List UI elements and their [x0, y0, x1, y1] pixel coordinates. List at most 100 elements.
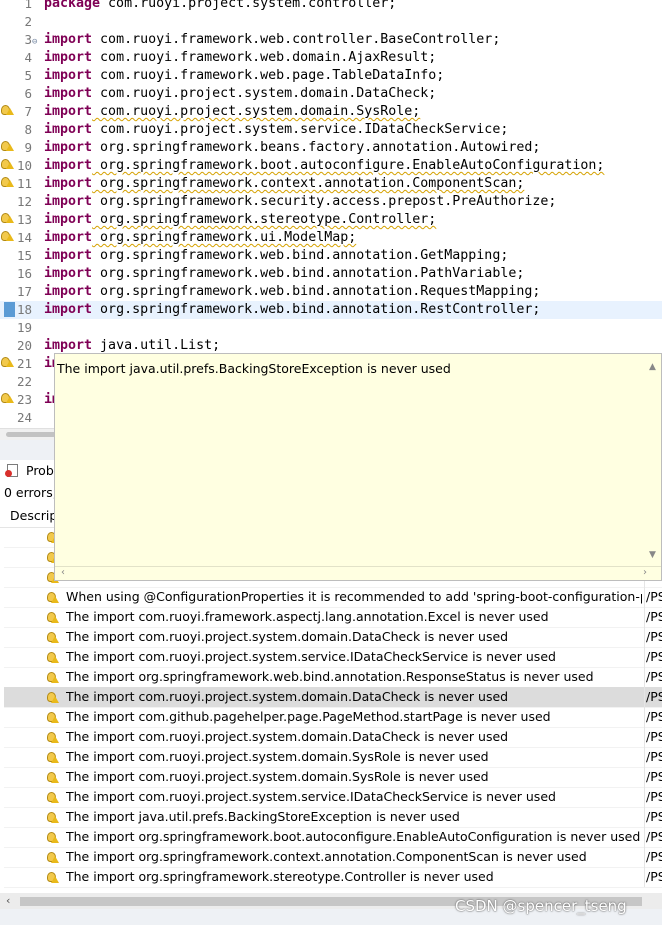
- code-text: import org.springframework.beans.factory…: [44, 139, 540, 157]
- problem-row[interactable]: The import com.ruoyi.project.system.doma…: [4, 727, 662, 748]
- code-line[interactable]: 4 import com.ruoyi.framework.web.domain.A…: [0, 49, 662, 67]
- problem-row[interactable]: The import com.ruoyi.project.system.doma…: [4, 687, 662, 708]
- problem-resource: /PS: [646, 609, 662, 624]
- line-number: 4: [24, 50, 32, 65]
- code-line[interactable]: 12 import org.springframework.security.ac…: [0, 193, 662, 211]
- problem-row[interactable]: The import org.springframework.stereotyp…: [4, 867, 662, 888]
- problem-row[interactable]: The import org.springframework.web.bind.…: [4, 667, 662, 688]
- keyword: import: [44, 176, 93, 191]
- code-rest: com.ruoyi.framework.web.page.TableDataIn…: [92, 68, 445, 83]
- code-rest: com.ruoyi.project.system.domain.SysRole;: [92, 104, 421, 119]
- problem-description: The import com.ruoyi.project.system.doma…: [66, 749, 489, 764]
- problem-row[interactable]: The import java.util.prefs.BackingStoreE…: [4, 807, 662, 828]
- tooltip-horizontal-scrollbar[interactable]: ‹ ›: [55, 566, 661, 580]
- line-number: 1: [24, 0, 32, 11]
- problem-description: The import org.springframework.stereotyp…: [66, 869, 494, 884]
- code-rest: org.springframework.web.bind.annotation.…: [92, 302, 541, 317]
- code-text: import com.ruoyi.project.system.domain.S…: [44, 103, 420, 121]
- keyword: import: [44, 104, 93, 119]
- problem-description: The import com.ruoyi.project.system.doma…: [66, 769, 489, 784]
- scroll-down-icon[interactable]: ▼: [649, 550, 656, 560]
- code-rest: com.ruoyi.project.system.service.IDataCh…: [92, 122, 509, 137]
- lightbulb-warning-icon: [46, 851, 60, 865]
- lightbulb-warning-icon: [46, 631, 60, 645]
- problem-resource: /PS: [646, 769, 662, 784]
- line-number: 8: [24, 122, 32, 137]
- column-header-label: Descrip: [10, 508, 58, 523]
- line-number: 21: [16, 356, 32, 371]
- code-rest: org.springframework.security.access.prep…: [92, 194, 557, 209]
- line-number: 20: [16, 338, 32, 353]
- code-line[interactable]: 9 import org.springframework.beans.factor…: [0, 139, 662, 157]
- problem-description: The import com.ruoyi.framework.aspectj.l…: [66, 609, 549, 624]
- keyword: import: [44, 302, 93, 317]
- scroll-left-icon[interactable]: ‹: [6, 894, 10, 907]
- code-text: import org.springframework.web.bind.anno…: [44, 265, 524, 283]
- code-line[interactable]: 11 import org.springframework.context.ann…: [0, 175, 662, 193]
- problem-row[interactable]: The import com.ruoyi.project.system.doma…: [4, 627, 662, 648]
- code-line[interactable]: 17 import org.springframework.web.bind.an…: [0, 283, 662, 301]
- line-number: 6: [24, 86, 32, 101]
- keyword: import: [44, 338, 93, 353]
- code-rest: org.springframework.context.annotation.C…: [92, 176, 525, 191]
- code-rest: org.springframework.beans.factory.annota…: [92, 140, 541, 155]
- code-line[interactable]: 6 import com.ruoyi.project.system.domain.…: [0, 85, 662, 103]
- problem-description: The import com.ruoyi.project.system.doma…: [66, 689, 509, 704]
- code-line[interactable]: 19: [0, 319, 662, 337]
- lightbulb-warning-icon: [46, 691, 60, 705]
- lightbulb-warning-icon: [46, 831, 60, 845]
- code-line[interactable]: 8 import com.ruoyi.project.system.service…: [0, 121, 662, 139]
- keyword: import: [44, 194, 93, 209]
- problem-row[interactable]: When using @ConfigurationProperties it i…: [4, 587, 662, 608]
- problem-description: When using @ConfigurationProperties it i…: [66, 589, 642, 604]
- code-rest: com.ruoyi.project.system.controller;: [100, 0, 397, 11]
- code-line[interactable]: 2: [0, 13, 662, 31]
- problem-row[interactable]: The import com.ruoyi.project.system.doma…: [4, 747, 662, 768]
- tooltip-vertical-scrollbar[interactable]: ▲ ▼: [647, 354, 661, 566]
- line-number: 12: [16, 194, 32, 209]
- problems-summary: 0 errors,: [4, 485, 57, 500]
- lightbulb-warning-icon: [46, 731, 60, 745]
- problem-row[interactable]: The import com.ruoyi.project.system.serv…: [4, 647, 662, 668]
- problem-row[interactable]: The import com.ruoyi.framework.aspectj.l…: [4, 607, 662, 628]
- code-line[interactable]: 18 import org.springframework.web.bind.an…: [0, 301, 662, 319]
- code-rest: org.springframework.boot.autoconfigure.E…: [92, 158, 605, 173]
- problems-tab-label[interactable]: Probl: [26, 463, 57, 478]
- scrollbar-thumb[interactable]: [6, 432, 56, 437]
- code-line[interactable]: 10 import org.springframework.boot.autoco…: [0, 157, 662, 175]
- problem-resource: /PS: [646, 709, 662, 724]
- problem-resource: /PS: [646, 689, 662, 704]
- problem-row[interactable]: The import com.github.pagehelper.page.Pa…: [4, 707, 662, 728]
- keyword: package: [44, 0, 101, 11]
- problem-resource: /PS: [646, 589, 662, 604]
- scroll-right-icon[interactable]: ›: [643, 567, 647, 578]
- keyword: import: [44, 68, 93, 83]
- problem-description: The import org.springframework.boot.auto…: [66, 829, 641, 844]
- code-text: import org.springframework.boot.autoconf…: [44, 157, 604, 175]
- scroll-up-icon[interactable]: ▲: [649, 362, 656, 372]
- keyword: import: [44, 230, 93, 245]
- scroll-left-icon[interactable]: ‹: [61, 567, 65, 578]
- code-line[interactable]: 3 ⊖ import com.ruoyi.framework.web.control…: [0, 31, 662, 49]
- code-text: import org.springframework.security.acce…: [44, 193, 556, 211]
- code-rest: org.springframework.web.bind.annotation.…: [92, 248, 509, 263]
- keyword: import: [44, 266, 93, 281]
- problem-description: The import com.ruoyi.project.system.serv…: [66, 789, 556, 804]
- problem-row[interactable]: The import com.ruoyi.project.system.doma…: [4, 767, 662, 788]
- lightbulb-warning-icon: [46, 771, 60, 785]
- problem-row[interactable]: The import org.springframework.context.a…: [4, 847, 662, 868]
- code-line[interactable]: 13 import org.springframework.stereotype.…: [0, 211, 662, 229]
- line-number: 24: [16, 410, 32, 425]
- problem-row[interactable]: The import org.springframework.boot.auto…: [4, 827, 662, 848]
- code-line[interactable]: 7 import com.ruoyi.project.system.domain.…: [0, 103, 662, 121]
- code-line[interactable]: 14 import org.springframework.ui.ModelMap…: [0, 229, 662, 247]
- code-line[interactable]: 1 package com.ruoyi.project.system.contro…: [0, 0, 662, 13]
- code-line[interactable]: 15 import org.springframework.web.bind.an…: [0, 247, 662, 265]
- lightbulb-warning-icon: [46, 671, 60, 685]
- problems-view-icon: [5, 463, 19, 477]
- code-line[interactable]: 16 import org.springframework.web.bind.an…: [0, 265, 662, 283]
- code-line[interactable]: 5 import com.ruoyi.framework.web.page.Tab…: [0, 67, 662, 85]
- problem-row[interactable]: The import com.ruoyi.project.system.serv…: [4, 787, 662, 808]
- problem-description: The import com.github.pagehelper.page.Pa…: [66, 709, 551, 724]
- line-number: 15: [16, 248, 32, 263]
